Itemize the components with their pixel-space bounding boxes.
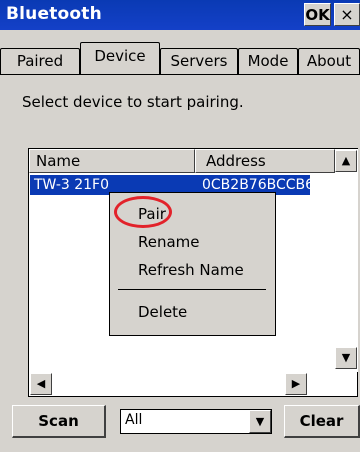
menu-item-delete[interactable]: Delete [110, 299, 275, 325]
close-button[interactable]: × [334, 3, 360, 26]
window-title: Bluetooth [6, 4, 102, 24]
pair-highlight-circle [114, 196, 172, 228]
scan-button[interactable]: Scan [12, 405, 106, 438]
filter-value: All [125, 412, 143, 428]
scroll-left-icon[interactable]: ◀ [30, 373, 52, 395]
clear-button[interactable]: Clear [284, 405, 360, 438]
scroll-right-icon[interactable]: ▶ [285, 373, 307, 395]
title-bar: Bluetooth OK × [0, 0, 360, 30]
tab-mode[interactable]: Mode [238, 48, 298, 74]
filter-select[interactable]: All ▼ [120, 409, 272, 434]
tab-bar: Paired Device Servers Mode About [0, 34, 360, 74]
tab-about[interactable]: About [298, 48, 360, 74]
scroll-up-icon[interactable]: ▲ [335, 150, 357, 172]
column-header-address[interactable]: Address [195, 149, 335, 173]
ok-button[interactable]: OK [304, 3, 331, 26]
chevron-down-icon[interactable]: ▼ [249, 410, 271, 433]
tab-servers[interactable]: Servers [160, 48, 238, 74]
menu-separator [118, 289, 266, 290]
column-header-name[interactable]: Name [29, 149, 195, 173]
menu-item-refresh-name[interactable]: Refresh Name [110, 257, 275, 283]
device-name: TW-3 21F0 [34, 177, 110, 193]
horizontal-scrollbar[interactable]: ◀ ▶ [29, 372, 335, 396]
scroll-down-icon[interactable]: ▼ [335, 347, 357, 369]
tab-paired[interactable]: Paired [0, 48, 80, 74]
tab-device[interactable]: Device [80, 42, 160, 74]
instruction-text: Select device to start pairing. [22, 93, 244, 111]
vertical-scrollbar[interactable]: ▲ ▼ [335, 149, 358, 372]
menu-item-rename[interactable]: Rename [110, 229, 275, 255]
